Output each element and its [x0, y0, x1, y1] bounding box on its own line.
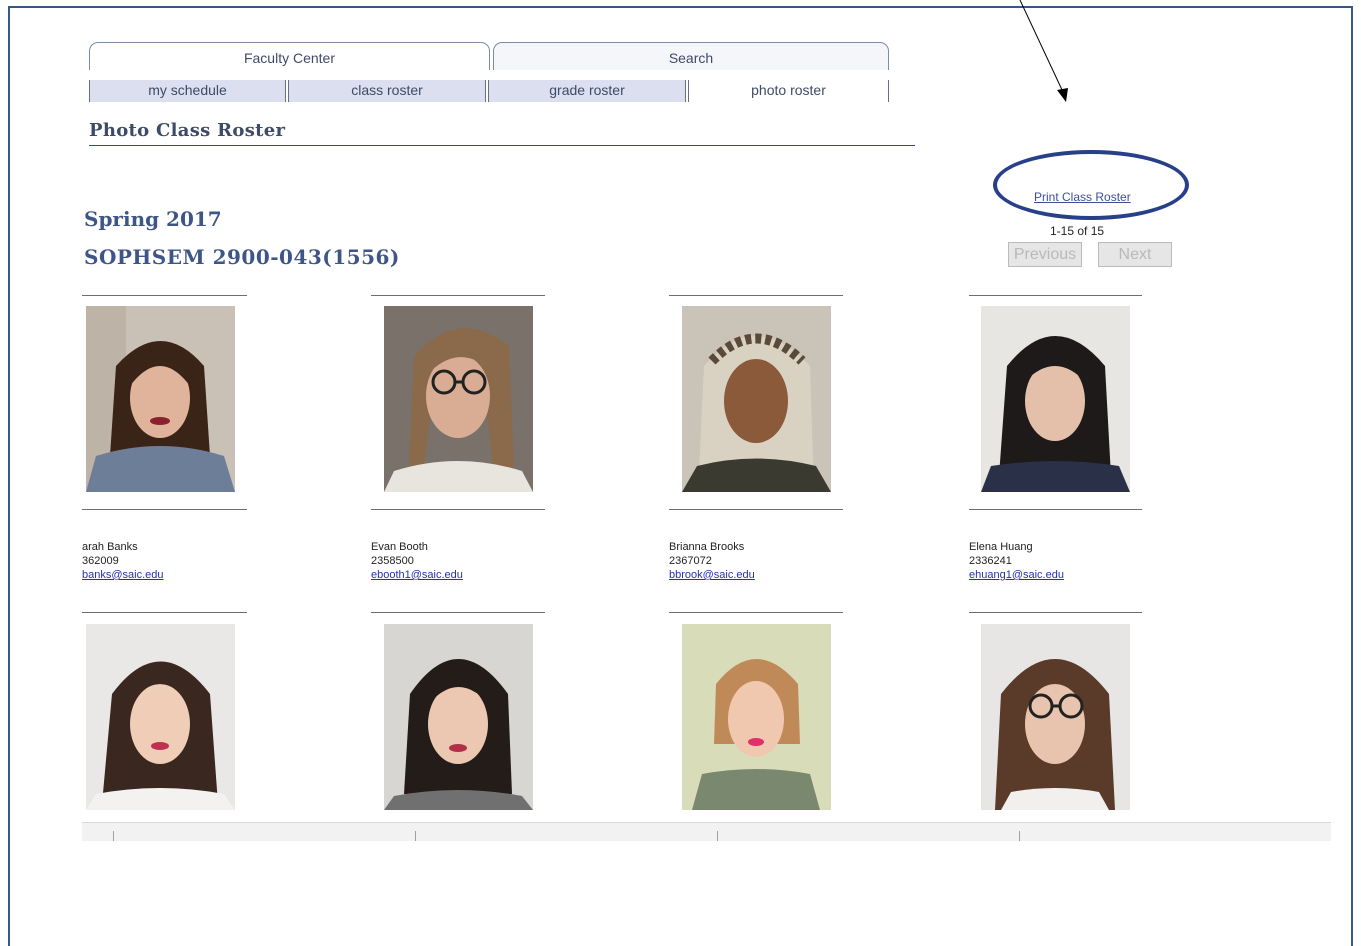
course-heading: SOPHSEM 2900-043(1556) — [84, 245, 400, 269]
student-id: 2367072 — [669, 555, 712, 567]
subtab-grade-roster[interactable]: grade roster — [489, 80, 685, 102]
subtab-label: grade roster — [549, 82, 625, 98]
student-photo — [384, 306, 533, 492]
card-divider — [669, 612, 843, 613]
student-photo — [682, 306, 831, 492]
student-info: Brianna Brooks 2367072 bbrook@saic.edu — [669, 540, 755, 582]
card-divider — [669, 509, 843, 510]
tab-search[interactable]: Search — [493, 42, 889, 70]
term-heading: Spring 2017 — [84, 207, 222, 231]
student-photo — [384, 624, 533, 810]
print-class-roster-link[interactable]: Print Class Roster — [1034, 190, 1131, 204]
card-divider — [371, 295, 545, 296]
student-photo — [981, 306, 1130, 492]
student-photo — [682, 624, 831, 810]
student-email-link[interactable]: ehuang1@saic.edu — [969, 569, 1064, 581]
title-divider — [89, 145, 915, 146]
previous-button[interactable]: Previous — [1008, 242, 1082, 267]
page-title: Photo Class Roster — [89, 120, 286, 141]
card-divider — [82, 295, 247, 296]
card-divider — [371, 612, 545, 613]
card-divider — [371, 509, 545, 510]
student-photo — [86, 306, 235, 492]
student-info: Elena Huang 2336241 ehuang1@saic.edu — [969, 540, 1064, 582]
tab-faculty-center[interactable]: Faculty Center — [89, 42, 490, 70]
student-name: Elena Huang — [969, 541, 1033, 553]
student-info: Evan Booth 2358500 ebooth1@saic.edu — [371, 540, 463, 582]
footer-separator — [113, 831, 114, 841]
subtab-photo-roster[interactable]: photo roster — [689, 80, 889, 102]
student-photo — [86, 624, 235, 810]
annotation-circle — [993, 150, 1189, 220]
card-divider — [82, 612, 247, 613]
subtab-label: class roster — [351, 82, 423, 98]
student-id: 2336241 — [969, 555, 1012, 567]
card-divider — [969, 509, 1142, 510]
grid-footer-bar — [82, 822, 1331, 841]
student-id: 362009 — [82, 555, 119, 567]
student-email-link[interactable]: bbrook@saic.edu — [669, 569, 755, 581]
subtab-label: photo roster — [751, 82, 826, 98]
sub-navigation: my schedule class roster grade roster ph… — [89, 80, 889, 102]
footer-separator — [717, 831, 718, 841]
card-divider — [969, 295, 1142, 296]
student-email-link[interactable]: ebooth1@saic.edu — [371, 569, 463, 581]
footer-separator — [415, 831, 416, 841]
student-email-link[interactable]: banks@saic.edu — [82, 569, 164, 581]
result-count: 1-15 of 15 — [1050, 224, 1105, 238]
student-id: 2358500 — [371, 555, 414, 567]
next-button[interactable]: Next — [1098, 242, 1172, 267]
student-photo — [981, 624, 1130, 810]
student-name: arah Banks — [82, 541, 138, 553]
card-divider — [969, 612, 1142, 613]
subtab-label: my schedule — [148, 82, 227, 98]
subtab-my-schedule[interactable]: my schedule — [89, 80, 285, 102]
student-name: Evan Booth — [371, 541, 428, 553]
footer-separator — [1019, 831, 1020, 841]
card-divider — [82, 509, 247, 510]
subtab-class-roster[interactable]: class roster — [289, 80, 485, 102]
card-divider — [669, 295, 843, 296]
student-info: arah Banks 362009 banks@saic.edu — [82, 540, 164, 582]
student-name: Brianna Brooks — [669, 541, 745, 553]
